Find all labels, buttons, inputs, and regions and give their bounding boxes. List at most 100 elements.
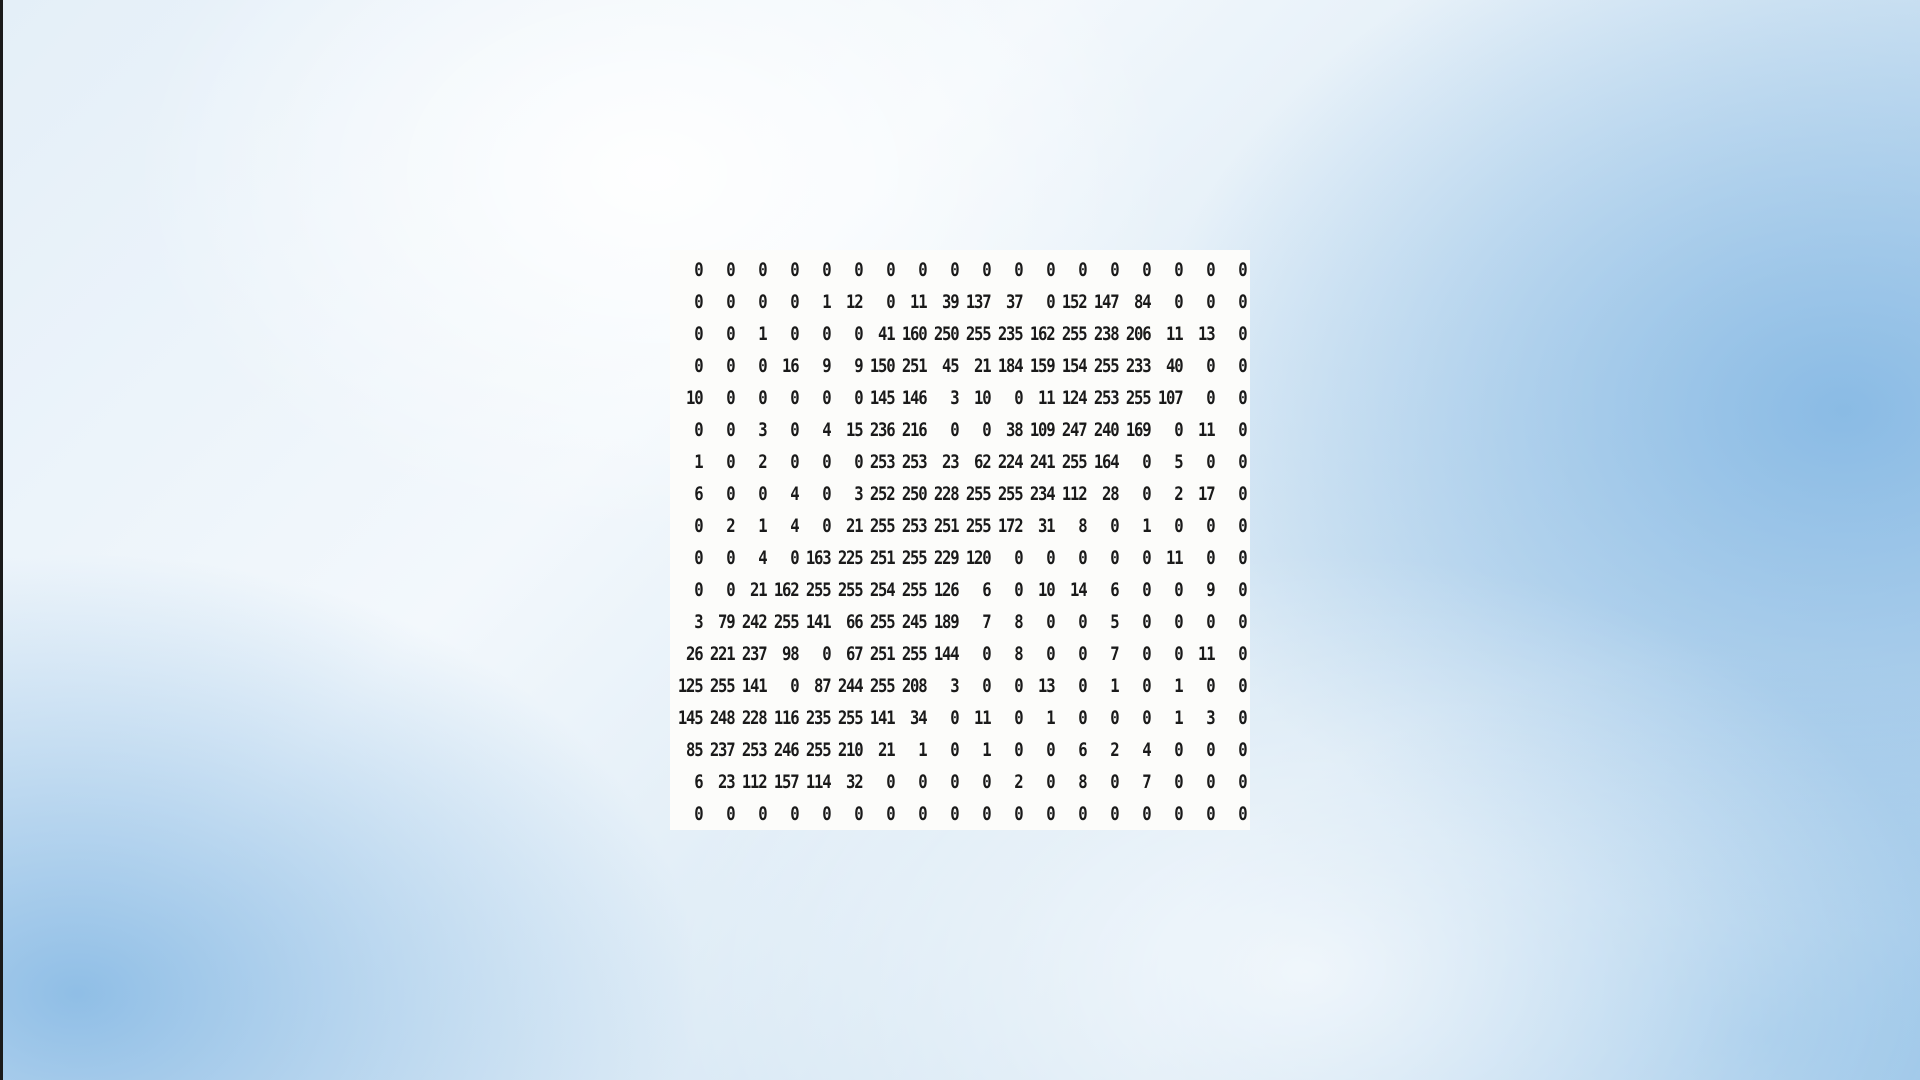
matrix-cell: 0 [758, 803, 767, 825]
matrix-cell: 0 [1142, 259, 1151, 281]
matrix-cell: 255 [837, 707, 864, 729]
matrix-cell: 0 [1014, 579, 1023, 601]
matrix-cell: 1 [694, 451, 703, 473]
matrix-cell: 0 [1142, 451, 1151, 473]
matrix-cell: 32 [846, 771, 864, 793]
matrix-cell: 0 [790, 803, 799, 825]
matrix-cell: 255 [965, 323, 992, 345]
matrix-cell: 11 [1166, 547, 1184, 569]
matrix-cell: 0 [1174, 643, 1183, 665]
matrix-cell: 0 [1238, 323, 1247, 345]
matrix-cell: 4 [758, 547, 767, 569]
matrix-cell: 1 [1174, 707, 1183, 729]
matrix-cell: 0 [950, 739, 959, 761]
matrix-cell: 255 [1061, 451, 1088, 473]
matrix-cell: 0 [726, 355, 735, 377]
matrix-cell: 159 [1029, 355, 1056, 377]
matrix-cell: 0 [1238, 483, 1247, 505]
matrix-cell: 11 [910, 291, 928, 313]
matrix-cell: 206 [1125, 323, 1152, 345]
matrix-cell: 241 [1029, 451, 1056, 473]
matrix-cell: 0 [694, 419, 703, 441]
matrix-cell: 6 [1078, 739, 1087, 761]
matrix-cell: 9 [1206, 579, 1215, 601]
matrix-cell: 124 [1061, 387, 1088, 409]
matrix-cell: 3 [1206, 707, 1215, 729]
matrix-cell: 0 [726, 291, 735, 313]
matrix-cell: 255 [965, 515, 992, 537]
matrix-cell: 0 [790, 419, 799, 441]
matrix-cell: 0 [822, 483, 831, 505]
matrix-cell: 0 [982, 803, 991, 825]
matrix-cell: 5 [1110, 611, 1119, 633]
matrix-cell: 0 [822, 515, 831, 537]
matrix-cell: 255 [805, 579, 832, 601]
matrix-cell: 3 [758, 419, 767, 441]
matrix-cell: 0 [1174, 419, 1183, 441]
matrix-cell: 0 [1174, 771, 1183, 793]
matrix-cell: 6 [982, 579, 991, 601]
matrix-cell: 4 [822, 419, 831, 441]
matrix-cell: 224 [997, 451, 1024, 473]
matrix-cell: 120 [965, 547, 992, 569]
matrix-cell: 0 [1174, 291, 1183, 313]
matrix-cell: 37 [1006, 291, 1024, 313]
matrix-cell: 2 [1174, 483, 1183, 505]
matrix-cell: 245 [901, 611, 928, 633]
matrix-cell: 0 [1046, 291, 1055, 313]
matrix-cell: 13 [1198, 323, 1216, 345]
matrix-cell: 5 [1174, 451, 1183, 473]
matrix-cell: 236 [869, 419, 896, 441]
matrix-cell: 0 [758, 291, 767, 313]
matrix-cell: 0 [1110, 515, 1119, 537]
matrix-cell: 3 [950, 387, 959, 409]
matrix-cell: 67 [846, 643, 864, 665]
matrix-cell: 62 [974, 451, 992, 473]
matrix-cell: 0 [790, 291, 799, 313]
matrix-cell: 0 [822, 387, 831, 409]
matrix-cell: 7 [982, 611, 991, 633]
matrix-cell: 248 [709, 707, 736, 729]
matrix-cell: 164 [1093, 451, 1120, 473]
matrix-cell: 235 [997, 323, 1024, 345]
matrix-cell: 246 [773, 739, 800, 761]
matrix-cell: 244 [837, 675, 864, 697]
matrix-cell: 229 [933, 547, 960, 569]
matrix-cell: 169 [1125, 419, 1152, 441]
matrix-cell: 234 [1029, 483, 1056, 505]
matrix-cell: 1 [918, 739, 927, 761]
matrix-cell: 0 [1046, 547, 1055, 569]
matrix-cell: 250 [901, 483, 928, 505]
matrix-cell: 0 [1046, 803, 1055, 825]
matrix-cell: 157 [773, 771, 800, 793]
matrix-cell: 145 [677, 707, 704, 729]
matrix-cell: 0 [694, 579, 703, 601]
matrix-cell: 252 [869, 483, 896, 505]
matrix-cell: 0 [1110, 771, 1119, 793]
matrix-cell: 0 [982, 675, 991, 697]
matrix-cell: 255 [837, 579, 864, 601]
matrix-cell: 1 [1142, 515, 1151, 537]
matrix-cell: 0 [1238, 451, 1247, 473]
matrix-cell: 0 [790, 323, 799, 345]
matrix-cell: 0 [694, 291, 703, 313]
matrix-cell: 112 [741, 771, 768, 793]
matrix-cell: 0 [950, 707, 959, 729]
matrix-cell: 145 [869, 387, 896, 409]
matrix-cell: 0 [726, 579, 735, 601]
matrix-cell: 0 [1014, 707, 1023, 729]
matrix-cell: 11 [1038, 387, 1056, 409]
matrix-cell: 40 [1166, 355, 1184, 377]
matrix-cell: 0 [1238, 259, 1247, 281]
matrix-cell: 0 [1238, 419, 1247, 441]
matrix-cell: 0 [1014, 259, 1023, 281]
matrix-cell: 0 [1014, 675, 1023, 697]
matrix-cell: 0 [1078, 675, 1087, 697]
matrix-cell: 0 [822, 451, 831, 473]
matrix-cell: 0 [1174, 739, 1183, 761]
matrix-cell: 0 [1206, 387, 1215, 409]
matrix-cell: 255 [869, 611, 896, 633]
matrix-cell: 23 [718, 771, 736, 793]
matrix-cell: 11 [1166, 323, 1184, 345]
matrix-cell: 253 [741, 739, 768, 761]
